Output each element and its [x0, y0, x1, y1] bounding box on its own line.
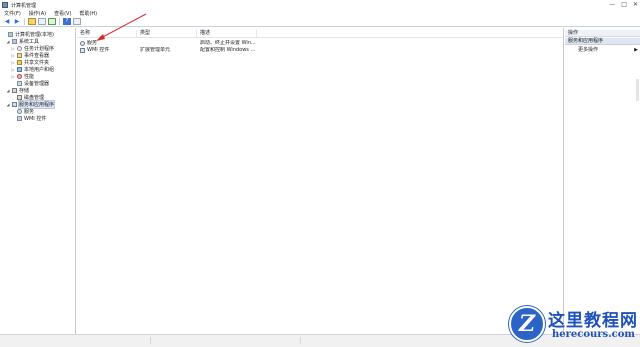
tree-item-services[interactable]: 服务 [11, 108, 34, 115]
event-viewer-icon [17, 53, 22, 58]
expand-arrow-icon[interactable]: ▷ [11, 53, 15, 58]
menu-file[interactable]: 文件(F) [4, 10, 21, 17]
submenu-arrow-icon: ▶ [634, 47, 638, 53]
computer-management-icon [2, 2, 8, 8]
list-header: 名称 类型 描述 [77, 30, 562, 38]
tree-item-label: 性能 [24, 74, 35, 80]
tree-item-local-users[interactable]: ▷ 本地用户和组 [11, 66, 54, 73]
tree-item-label: 服务 [24, 109, 35, 115]
tree-item-label: 本地用户和组 [24, 67, 55, 73]
properties-icon[interactable] [73, 18, 81, 25]
services-apps-icon [12, 102, 17, 107]
storage-icon [12, 88, 17, 93]
actions-section-header[interactable]: 服务和应用程序 [565, 38, 640, 45]
task-scheduler-icon [17, 46, 22, 51]
tree-item-label: 磁盘管理 [24, 95, 45, 101]
tree-item-device-manager[interactable]: 设备管理器 [11, 80, 49, 87]
watermark-url: herecours.com [552, 329, 636, 340]
tree-item-system-tools[interactable]: ◢ 系统工具 [6, 38, 39, 45]
tree-item-label: WMI 控件 [24, 116, 47, 122]
tree-item-label: 设备管理器 [24, 81, 50, 87]
tree-item-label: 服务和应用程序 [17, 100, 56, 109]
list-item[interactable]: WMI 控件 扩展管理单元 配置和控制 Windows ... [77, 47, 562, 54]
annotation-arrow-icon [96, 13, 147, 41]
tree-item-label: 系统工具 [19, 39, 40, 45]
watermark-logo-icon: Z [509, 306, 545, 342]
minimize-button[interactable]: — [609, 2, 615, 8]
toolbar-separator [59, 18, 60, 25]
list-cell-description: 启动、终止并设置 Win... [200, 40, 256, 46]
tree-item-performance[interactable]: ▷ 性能 [11, 73, 34, 80]
details-pane: 名称 类型 描述 服务 启动、终止并设置 Win... WMI 控件 扩展管理单… [77, 28, 562, 334]
shared-folder-icon [17, 60, 22, 65]
tree-item-wmi-control[interactable]: WMI 控件 [11, 115, 46, 122]
computer-icon [8, 32, 13, 37]
list-cell-description: 配置和控制 Windows ... [200, 47, 256, 53]
system-tools-icon [12, 39, 17, 44]
services-icon [17, 109, 22, 114]
collapse-arrow-icon[interactable]: ◢ [6, 88, 10, 93]
performance-icon [17, 74, 22, 79]
tree-item-event-viewer[interactable]: ▷ 事件查看器 [11, 52, 49, 59]
wmi-icon [17, 116, 22, 121]
toolbar-separator [24, 18, 25, 25]
tree-item-label: 任务计划程序 [24, 46, 55, 52]
tree-item-label: 存储 [19, 88, 30, 94]
disk-icon [17, 95, 22, 100]
tree-item-task-scheduler[interactable]: ▷ 任务计划程序 [11, 45, 54, 52]
title-bar: 计算机管理 — □ ✕ [0, 0, 640, 10]
back-arrow-icon[interactable]: ◀ [3, 18, 11, 25]
gear-icon [80, 41, 85, 46]
tree-item-services-and-applications[interactable]: ◢ 服务和应用程序 [6, 100, 56, 109]
expand-arrow-icon[interactable]: ▷ [11, 60, 15, 65]
list-item-name: WMI 控件 [87, 47, 110, 53]
column-header-description[interactable]: 描述 [197, 30, 257, 37]
tree-item-label: 事件查看器 [24, 53, 50, 59]
collapse-arrow-icon[interactable]: ◢ [6, 39, 10, 44]
expand-arrow-icon[interactable]: ▷ [11, 74, 15, 79]
tree-item-label: 计算机管理(本地) [15, 32, 54, 38]
menu-view[interactable]: 查看(V) [54, 10, 71, 17]
tree-item-storage[interactable]: ◢ 存储 [6, 87, 29, 94]
tree-item-label: 共享文件夹 [24, 60, 50, 66]
tree-item-disk-management[interactable]: 磁盘管理 [11, 94, 44, 101]
scrollbar-thumb[interactable] [636, 79, 639, 101]
status-bar [0, 334, 640, 347]
tree-item-computer-management[interactable]: 计算机管理(本地) [2, 31, 54, 38]
expand-arrow-icon[interactable]: ▷ [11, 67, 15, 72]
device-manager-icon [17, 81, 22, 86]
status-segment [150, 337, 151, 344]
list-item[interactable]: 服务 启动、终止并设置 Win... [77, 40, 562, 47]
window-controls: — □ ✕ [609, 2, 638, 8]
maximize-button[interactable]: □ [621, 2, 627, 8]
forward-arrow-icon[interactable]: ▶ [13, 18, 21, 25]
close-button[interactable]: ✕ [633, 2, 638, 8]
more-actions-item[interactable]: 更多操作 ▶ [578, 47, 640, 54]
folder-icon[interactable] [28, 18, 36, 25]
users-icon [17, 67, 22, 72]
tree-item-shared-folders[interactable]: ▷ 共享文件夹 [11, 59, 49, 66]
window-title: 计算机管理 [11, 3, 37, 9]
help-icon[interactable]: ? [63, 18, 71, 25]
list-cell-name: WMI 控件 [77, 47, 137, 54]
actions-pane: 操作 服务和应用程序 更多操作 ▶ [563, 28, 640, 334]
collapse-arrow-icon[interactable]: ◢ [6, 102, 10, 107]
list-cell-type: 扩展管理单元 [140, 47, 171, 53]
more-actions-label: 更多操作 [578, 47, 599, 53]
console-tree-icon[interactable] [38, 18, 46, 25]
watermark-title: 这里教程网 [548, 311, 638, 331]
wmi-icon [80, 48, 85, 53]
expand-arrow-icon[interactable]: ▷ [11, 46, 15, 51]
status-segment [300, 337, 301, 344]
menu-action[interactable]: 操作(A) [29, 10, 46, 17]
console-tree: 计算机管理(本地) ◢ 系统工具 ▷ 任务计划程序 ▷ 事件查看器 ▷ 共享文件… [0, 28, 76, 334]
export-icon[interactable] [48, 18, 56, 25]
actions-header: 操作 [565, 30, 640, 37]
